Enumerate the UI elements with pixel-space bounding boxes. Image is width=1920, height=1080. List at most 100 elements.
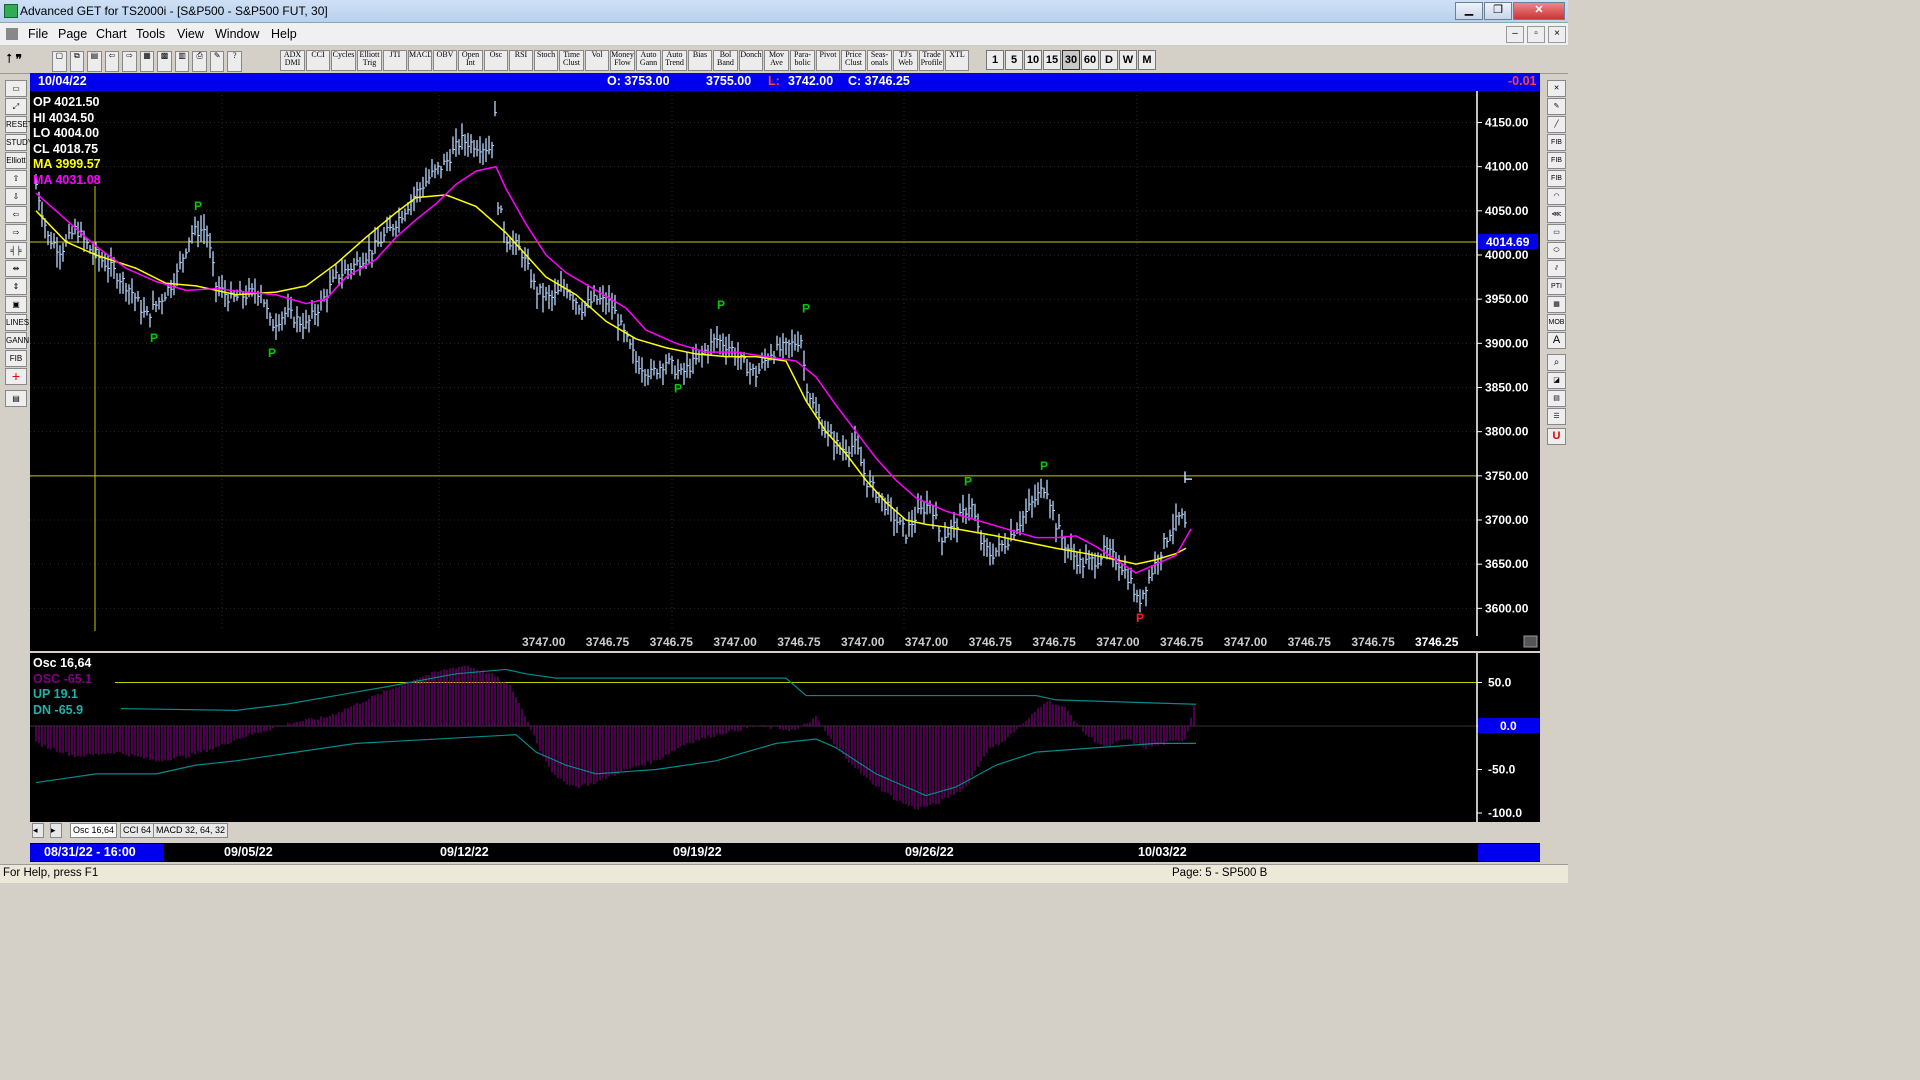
properties-icon[interactable]: ▤ <box>5 390 27 407</box>
forward-icon[interactable]: ⇨ <box>122 51 137 72</box>
study-button[interactable]: ADX DMI <box>280 50 305 71</box>
print-icon[interactable]: ⎙ <box>192 51 207 72</box>
close-button[interactable]: ✕ <box>1513 2 1565 20</box>
study-button[interactable]: RSI <box>509 50 533 71</box>
magnifier-icon[interactable]: ⌕ <box>1547 354 1566 371</box>
minimize-button[interactable]: ▁ <box>1455 2 1483 20</box>
grid-icon[interactable]: ▩ <box>157 51 172 72</box>
study-button[interactable]: Mov Ave <box>764 50 789 71</box>
expand-icon[interactable]: ⇹ <box>5 260 27 277</box>
mdi-minimize-button[interactable]: – <box>1506 26 1524 43</box>
restore-button[interactable]: ❐ <box>1484 2 1512 20</box>
tab-scroll-left[interactable]: ◂ <box>32 823 44 838</box>
interval-button[interactable]: 30 <box>1062 50 1080 70</box>
study-button[interactable]: Open Int <box>458 50 483 71</box>
study-button[interactable]: Bias <box>688 50 712 71</box>
study-button[interactable]: Elliott Trig <box>357 50 382 71</box>
price-chart-panel[interactable]: P P P P P P P P P 4150.00 4100.00 4050.00 4000.00 39… <box>30 91 1540 651</box>
pti-button[interactable]: PTI <box>1547 278 1566 295</box>
price-chart[interactable]: P P P P P P P P P 4150.00 4100.00 4050.00 4000.00 39… <box>30 91 1540 651</box>
table-icon[interactable]: ▦ <box>1547 296 1566 313</box>
menu-chart[interactable]: Chart <box>96 27 127 41</box>
tab-cci[interactable]: CCI 64 <box>120 823 155 838</box>
mdi-restore-button[interactable]: ▫ <box>1527 26 1545 43</box>
new-icon[interactable]: ▢ <box>52 51 67 72</box>
channel-icon[interactable]: ▭ <box>1547 224 1566 241</box>
interval-button[interactable]: 1 <box>986 50 1004 70</box>
study-button[interactable]: Cycles <box>331 50 356 71</box>
study-button[interactable]: Seas-onals <box>867 50 892 71</box>
regression-icon[interactable]: ⫽ <box>1547 260 1566 277</box>
study-button[interactable]: CCI <box>306 50 330 71</box>
interval-button[interactable]: 60 <box>1081 50 1099 70</box>
study-button[interactable]: Stoch <box>534 50 558 71</box>
oscillator-panel[interactable]: 50.0 0.0 -50.0 -100.0 Osc 16,64 OSC -65.1 U… <box>30 653 1540 823</box>
arrow-up-icon[interactable]: ⇧ <box>5 170 27 187</box>
study-button[interactable]: Price Clust <box>841 50 866 71</box>
compress-icon[interactable]: ╡╞ <box>5 242 27 259</box>
page-icon[interactable]: ▤ <box>87 51 102 72</box>
document-icon[interactable] <box>6 28 18 40</box>
elliott-button[interactable]: Elliott <box>5 152 27 169</box>
interval-button[interactable]: W <box>1119 50 1137 70</box>
fib-button[interactable]: FIB <box>5 350 27 367</box>
menu-page[interactable]: Page <box>58 27 87 41</box>
mdi-close-button[interactable]: × <box>1548 26 1566 43</box>
tab-osc[interactable]: Osc 16,64 <box>70 823 118 838</box>
interval-button[interactable]: M <box>1138 50 1156 70</box>
close-x-icon[interactable]: ✕ <box>1547 80 1566 97</box>
study-button[interactable]: TJ's Web <box>893 50 918 71</box>
menu-help[interactable]: Help <box>271 27 297 41</box>
fib-ext-button[interactable]: FIB <box>1547 152 1566 169</box>
study-button[interactable]: Vol <box>585 50 609 71</box>
study-button[interactable]: STUDY <box>5 134 33 151</box>
lines-button[interactable]: LINES <box>5 314 29 331</box>
line-tool-icon[interactable]: ╱ <box>1547 116 1566 133</box>
cursor-icon[interactable]: ⭡ <box>6 51 12 66</box>
fan-icon[interactable]: ⋘ <box>1547 206 1566 223</box>
study-button[interactable]: Para-bolic <box>790 50 815 71</box>
arrow-left-icon[interactable]: ⇦ <box>5 206 27 223</box>
study-button[interactable]: Auto Gann <box>636 50 661 71</box>
gann-button[interactable]: GANN <box>5 332 29 349</box>
interval-button[interactable]: 10 <box>1024 50 1042 70</box>
layers-icon[interactable]: ▤ <box>1547 390 1566 407</box>
back-icon[interactable]: ⇦ <box>104 51 120 72</box>
study-button[interactable]: MACD <box>408 50 432 71</box>
tab-macd[interactable]: MACD 32, 64, 32 <box>153 823 229 838</box>
study-button[interactable]: OBV <box>433 50 457 71</box>
open-icon[interactable]: ▭ <box>5 80 27 97</box>
study-button[interactable]: Bol Band <box>713 50 738 71</box>
hint-icon[interactable]: ✎ <box>209 51 225 72</box>
mob-button[interactable]: MOB <box>1547 314 1566 331</box>
chart-icon[interactable]: ▥ <box>174 51 190 72</box>
fib-time-button[interactable]: FIB <box>1547 170 1566 187</box>
study-button[interactable]: Auto Trend <box>662 50 687 71</box>
menu-window[interactable]: Window <box>215 27 259 41</box>
box-icon[interactable]: ▣ <box>5 296 27 313</box>
crosshair-icon[interactable]: + <box>5 368 27 385</box>
undo-icon[interactable]: U <box>1547 428 1566 445</box>
oscillator-chart[interactable]: 50.0 0.0 -50.0 -100.0 <box>30 653 1540 823</box>
study-button[interactable]: JTI <box>383 50 407 71</box>
study-button[interactable]: Trade Profile <box>919 50 944 71</box>
quote-icon[interactable]: ❞ <box>15 52 21 66</box>
copy-icon[interactable]: ⧉ <box>69 51 85 72</box>
arrow-down-icon[interactable]: ⇩ <box>5 188 27 205</box>
interval-button[interactable]: 5 <box>1005 50 1023 70</box>
study-button[interactable]: Donch <box>739 50 763 71</box>
arc-icon[interactable]: ◠ <box>1547 188 1566 205</box>
scale-icon[interactable]: ⇕ <box>5 278 27 295</box>
study-button[interactable]: XTL <box>945 50 969 71</box>
study-button[interactable]: Money Flow <box>610 50 635 71</box>
ellipse-icon[interactable]: ⬭ <box>1547 242 1566 259</box>
study-button[interactable]: Osc <box>484 50 508 71</box>
help-icon[interactable]: ? <box>227 51 243 72</box>
list-icon[interactable]: ☰ <box>1547 408 1566 425</box>
layout-icon[interactable]: ▦ <box>139 51 155 72</box>
arrow-right-icon[interactable]: ⇨ <box>5 224 27 241</box>
interval-button[interactable]: 15 <box>1043 50 1061 70</box>
pencil-icon[interactable]: ✎ <box>1547 98 1566 115</box>
menu-view[interactable]: View <box>177 27 204 41</box>
text-tool-icon[interactable]: A <box>1547 332 1566 349</box>
